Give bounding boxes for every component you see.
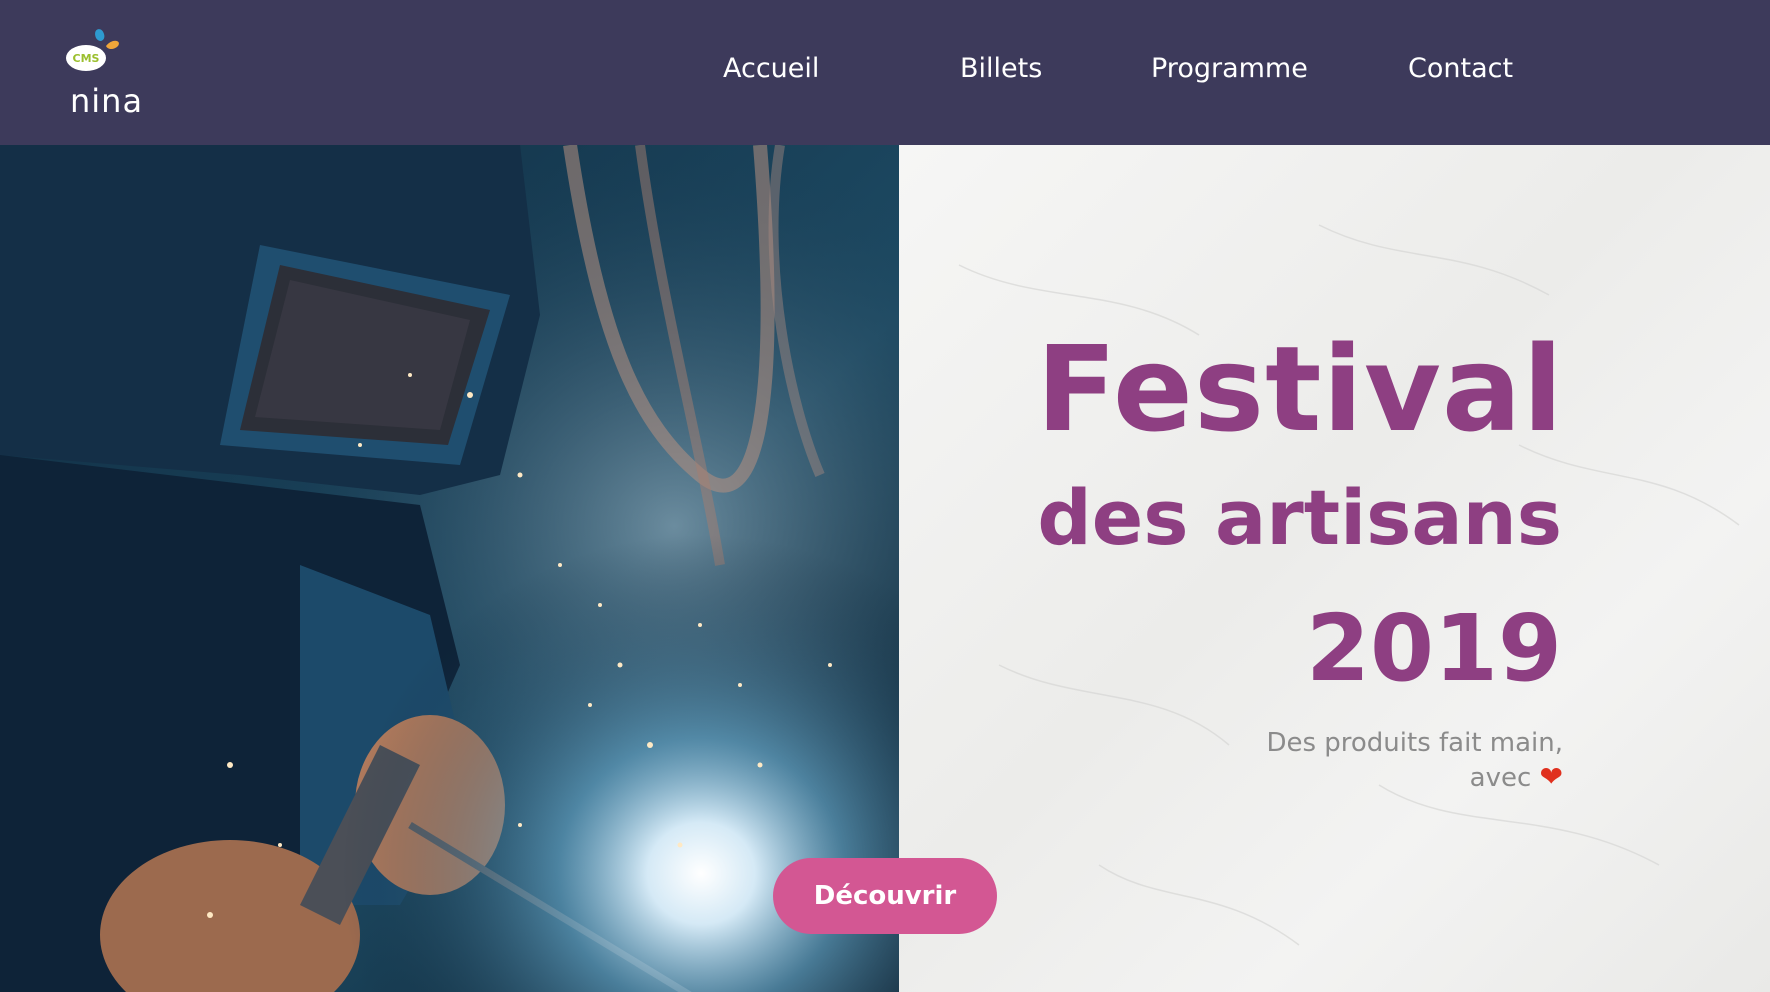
hero-photo [0, 145, 899, 992]
logo-badge: CMS [73, 52, 100, 65]
nina-logo[interactable]: CMS nina [62, 26, 152, 126]
logo-mark-icon: CMS [66, 29, 119, 71]
site-header: CMS nina Accueil Billets Programme Conta… [0, 0, 1770, 145]
hero-title-subtitle: des artisans [1037, 473, 1562, 562]
tagline-line2: avec [1469, 763, 1532, 793]
hero-content [899, 145, 1770, 992]
hero-title-festival: Festival [1036, 320, 1564, 458]
hero-title-year: 2019 [1305, 595, 1562, 702]
nav-item-programme[interactable]: Programme [1151, 53, 1308, 84]
nav-item-accueil[interactable]: Accueil [723, 53, 819, 84]
paper-texture [958, 224, 1740, 946]
logo-wordmark: nina [70, 82, 144, 120]
hero-tagline: Des produits fait main, avec ❤ [1266, 726, 1563, 795]
heart-icon: ❤ [1539, 760, 1563, 793]
tagline-line1: Des produits fait main, [1266, 728, 1563, 758]
nav-item-contact[interactable]: Contact [1408, 53, 1513, 84]
discover-button[interactable]: Découvrir [773, 858, 997, 934]
nav-item-billets[interactable]: Billets [960, 53, 1042, 84]
